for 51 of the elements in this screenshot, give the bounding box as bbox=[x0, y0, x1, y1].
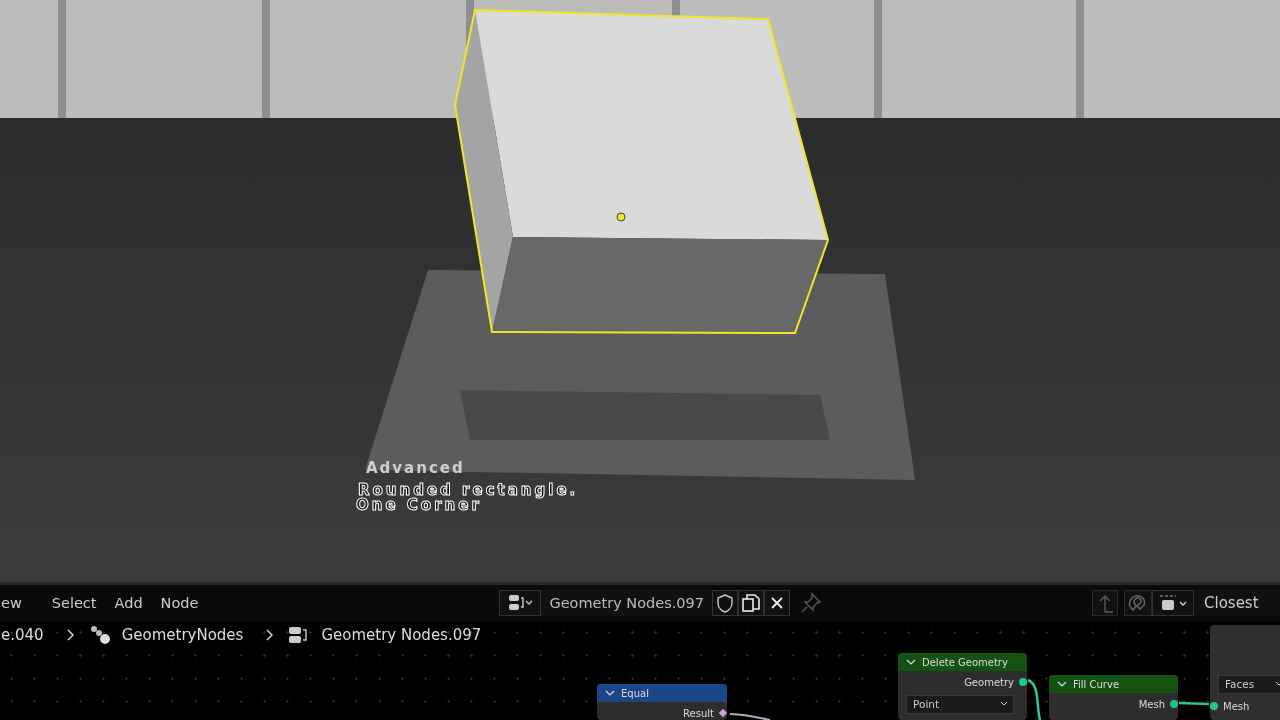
snap-target-icon bbox=[1157, 593, 1189, 613]
node-header[interactable]: Equal bbox=[597, 684, 727, 702]
breadcrumb-item[interactable]: e.040 bbox=[1, 626, 44, 644]
node-header[interactable]: Fill Curve bbox=[1049, 675, 1178, 693]
selected-cube[interactable] bbox=[454, 8, 830, 334]
chevron-right-icon bbox=[265, 628, 276, 642]
chevron-right-icon bbox=[65, 628, 76, 642]
node-card[interactable]: Delete Geometry Geometry Point bbox=[898, 653, 1027, 720]
node-link bbox=[1027, 678, 1042, 720]
menu-item[interactable]: Node bbox=[151, 595, 208, 611]
caret-icon bbox=[1000, 701, 1008, 707]
socket[interactable] bbox=[1170, 700, 1178, 708]
pin-icon[interactable] bbox=[800, 592, 823, 614]
node-title: Fill Curve bbox=[1073, 678, 1120, 690]
collapse-caret-icon[interactable] bbox=[1057, 680, 1067, 688]
node-title: Equal bbox=[621, 687, 649, 699]
node-tree-icon bbox=[507, 593, 534, 613]
diamond-socket[interactable] bbox=[718, 708, 728, 718]
node-tree-dropdown[interactable] bbox=[499, 590, 542, 616]
snap-mode-field[interactable]: Closest bbox=[1194, 590, 1280, 616]
snap-target-dropdown[interactable] bbox=[1152, 590, 1194, 616]
collapse-caret-icon[interactable] bbox=[605, 689, 615, 697]
collapse-caret-icon[interactable] bbox=[906, 658, 916, 666]
node-header[interactable]: Delete Geometry bbox=[898, 653, 1027, 671]
fake-user-shield-icon[interactable] bbox=[712, 590, 739, 616]
origin-point bbox=[616, 212, 626, 222]
scene-text: Rounded rectangle. bbox=[358, 481, 579, 499]
node-card[interactable]: Faces Mesh bbox=[1210, 625, 1280, 720]
dropdown-field[interactable]: Faces bbox=[1218, 674, 1280, 694]
socket[interactable] bbox=[1210, 702, 1218, 710]
node-link bbox=[1178, 701, 1210, 706]
socket[interactable] bbox=[1019, 678, 1027, 686]
node-card[interactable]: Fill Curve Mesh bbox=[1049, 675, 1178, 720]
breadcrumb-item[interactable]: Geometry Nodes.097 bbox=[321, 626, 482, 644]
node-title: Delete Geometry bbox=[922, 656, 1008, 668]
dropdown-field[interactable]: Point bbox=[906, 694, 1014, 714]
scene-text: Advanced bbox=[366, 459, 465, 477]
node-link bbox=[729, 713, 771, 720]
node-card[interactable]: Equal Result bbox=[597, 684, 727, 720]
socket-label: Result bbox=[683, 707, 714, 719]
duplicate-icon[interactable] bbox=[738, 590, 765, 616]
socket-label: Geometry bbox=[964, 676, 1014, 688]
close-icon[interactable] bbox=[764, 590, 791, 616]
menu-item[interactable]: ew bbox=[1, 595, 31, 611]
socket-label: Mesh bbox=[1223, 700, 1250, 712]
node-group-name-field[interactable]: Geometry Nodes.097 bbox=[541, 590, 713, 616]
menu-item[interactable]: Select bbox=[42, 595, 106, 611]
breadcrumb-item[interactable]: GeometryNodes bbox=[121, 626, 244, 644]
magnet-icon[interactable] bbox=[1124, 590, 1152, 616]
socket-label: Mesh bbox=[1138, 698, 1165, 710]
menu-item[interactable]: Add bbox=[105, 595, 152, 611]
